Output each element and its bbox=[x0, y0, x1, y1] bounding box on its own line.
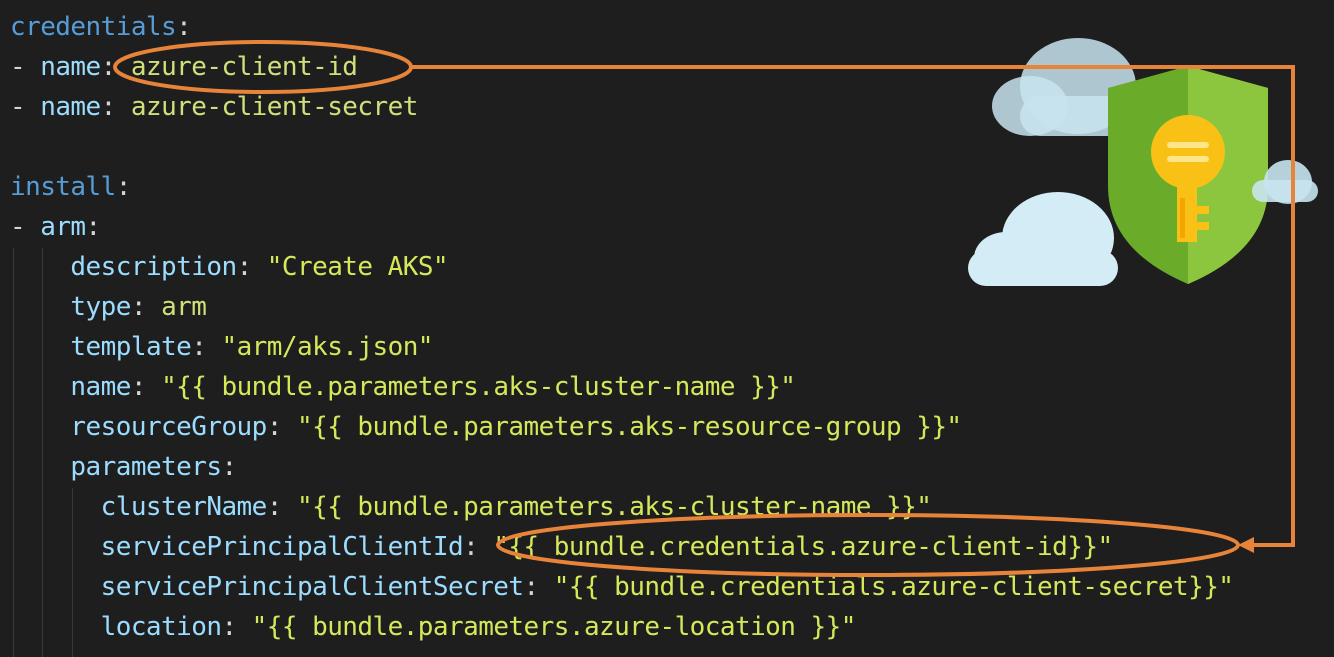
code-line[interactable]: name: "{{ bundle.parameters.aks-cluster-… bbox=[10, 367, 796, 407]
yaml-value: "{{ bundle.credentials.azure-client-secr… bbox=[553, 572, 1234, 602]
yaml-key: resourceGroup bbox=[70, 412, 267, 442]
yaml-key: servicePrincipalClientSecret bbox=[100, 572, 524, 602]
code-line[interactable]: - arm: bbox=[10, 207, 101, 247]
code-line[interactable]: template: "arm/aks.json" bbox=[10, 327, 433, 367]
yaml-key: description bbox=[70, 252, 237, 282]
yaml-key: parameters bbox=[70, 452, 222, 482]
cloud-icon bbox=[968, 192, 1118, 286]
yaml-separator: : bbox=[130, 372, 162, 402]
code-line[interactable]: clusterName: "{{ bundle.parameters.aks-c… bbox=[10, 487, 932, 527]
yaml-value: azure-client-id bbox=[130, 52, 358, 82]
code-line[interactable]: resourceGroup: "{{ bundle.parameters.aks… bbox=[10, 407, 962, 447]
yaml-separator: : bbox=[130, 292, 162, 322]
line-indent: - bbox=[10, 92, 41, 122]
code-line[interactable]: - name: azure-client-id bbox=[10, 47, 358, 87]
yaml-separator: : bbox=[266, 412, 297, 442]
yaml-value: arm bbox=[161, 292, 207, 322]
yaml-separator: : bbox=[221, 452, 237, 482]
yaml-key: credentials bbox=[10, 12, 177, 42]
connector-arrow bbox=[411, 65, 1295, 547]
line-indent: - bbox=[10, 212, 41, 242]
yaml-value: "Create AKS" bbox=[266, 252, 449, 282]
yaml-key: install bbox=[10, 172, 116, 202]
yaml-separator: : bbox=[191, 332, 222, 362]
yaml-separator: : bbox=[463, 532, 494, 562]
yaml-key: type bbox=[70, 292, 131, 322]
code-line[interactable]: - name: azure-client-secret bbox=[10, 87, 418, 127]
code-line[interactable]: credentials: bbox=[10, 7, 192, 47]
code-line[interactable]: servicePrincipalClientSecret: "{{ bundle… bbox=[10, 567, 1234, 607]
code-line[interactable]: description: "Create AKS" bbox=[10, 247, 448, 287]
arrowhead bbox=[1238, 537, 1254, 553]
cloud-icon bbox=[1252, 160, 1318, 204]
yaml-key: arm bbox=[40, 212, 86, 242]
yaml-separator: : bbox=[221, 612, 252, 642]
yaml-separator: : bbox=[100, 52, 131, 82]
yaml-separator: : bbox=[115, 172, 132, 202]
yaml-separator: : bbox=[85, 212, 102, 242]
yaml-value: "{{ bundle.parameters.aks-resource-group… bbox=[296, 412, 962, 442]
shield-key-icon bbox=[1108, 66, 1268, 284]
yaml-separator: : bbox=[100, 92, 131, 122]
yaml-key: servicePrincipalClientId bbox=[100, 532, 464, 562]
yaml-key: name bbox=[40, 92, 101, 122]
line-indent: - bbox=[10, 52, 41, 82]
code-line[interactable]: parameters: bbox=[10, 447, 237, 487]
code-editor[interactable]: credentials: - name: azure-client-id - nam… bbox=[0, 0, 1334, 657]
code-line[interactable]: location: "{{ bundle.parameters.azure-lo… bbox=[10, 607, 857, 647]
yaml-value: azure-client-secret bbox=[130, 92, 419, 122]
code-line[interactable]: type: arm bbox=[10, 287, 207, 327]
yaml-key: name bbox=[40, 52, 101, 82]
cloud-icon bbox=[992, 38, 1140, 136]
yaml-value: "{{ bundle.parameters.aks-cluster-name }… bbox=[161, 372, 796, 402]
yaml-value: "{{ bundle.parameters.azure-location }}" bbox=[251, 612, 857, 642]
yaml-key: location bbox=[100, 612, 222, 642]
yaml-key: clusterName bbox=[100, 492, 268, 522]
yaml-key: name bbox=[70, 372, 131, 402]
yaml-key: template bbox=[70, 332, 192, 362]
yaml-separator: : bbox=[266, 492, 297, 522]
code-line[interactable]: servicePrincipalClientId: "{{ bundle.cre… bbox=[10, 527, 1114, 567]
yaml-separator: : bbox=[176, 12, 192, 42]
yaml-value: "arm/aks.json" bbox=[221, 332, 433, 362]
yaml-value: "{{ bundle.parameters.aks-cluster-name }… bbox=[296, 492, 932, 522]
yaml-separator: : bbox=[523, 572, 554, 602]
yaml-separator: : bbox=[236, 252, 267, 282]
code-line[interactable]: install: bbox=[10, 167, 131, 207]
yaml-value: "{{ bundle.credentials.azure-client-id}}… bbox=[493, 532, 1113, 562]
